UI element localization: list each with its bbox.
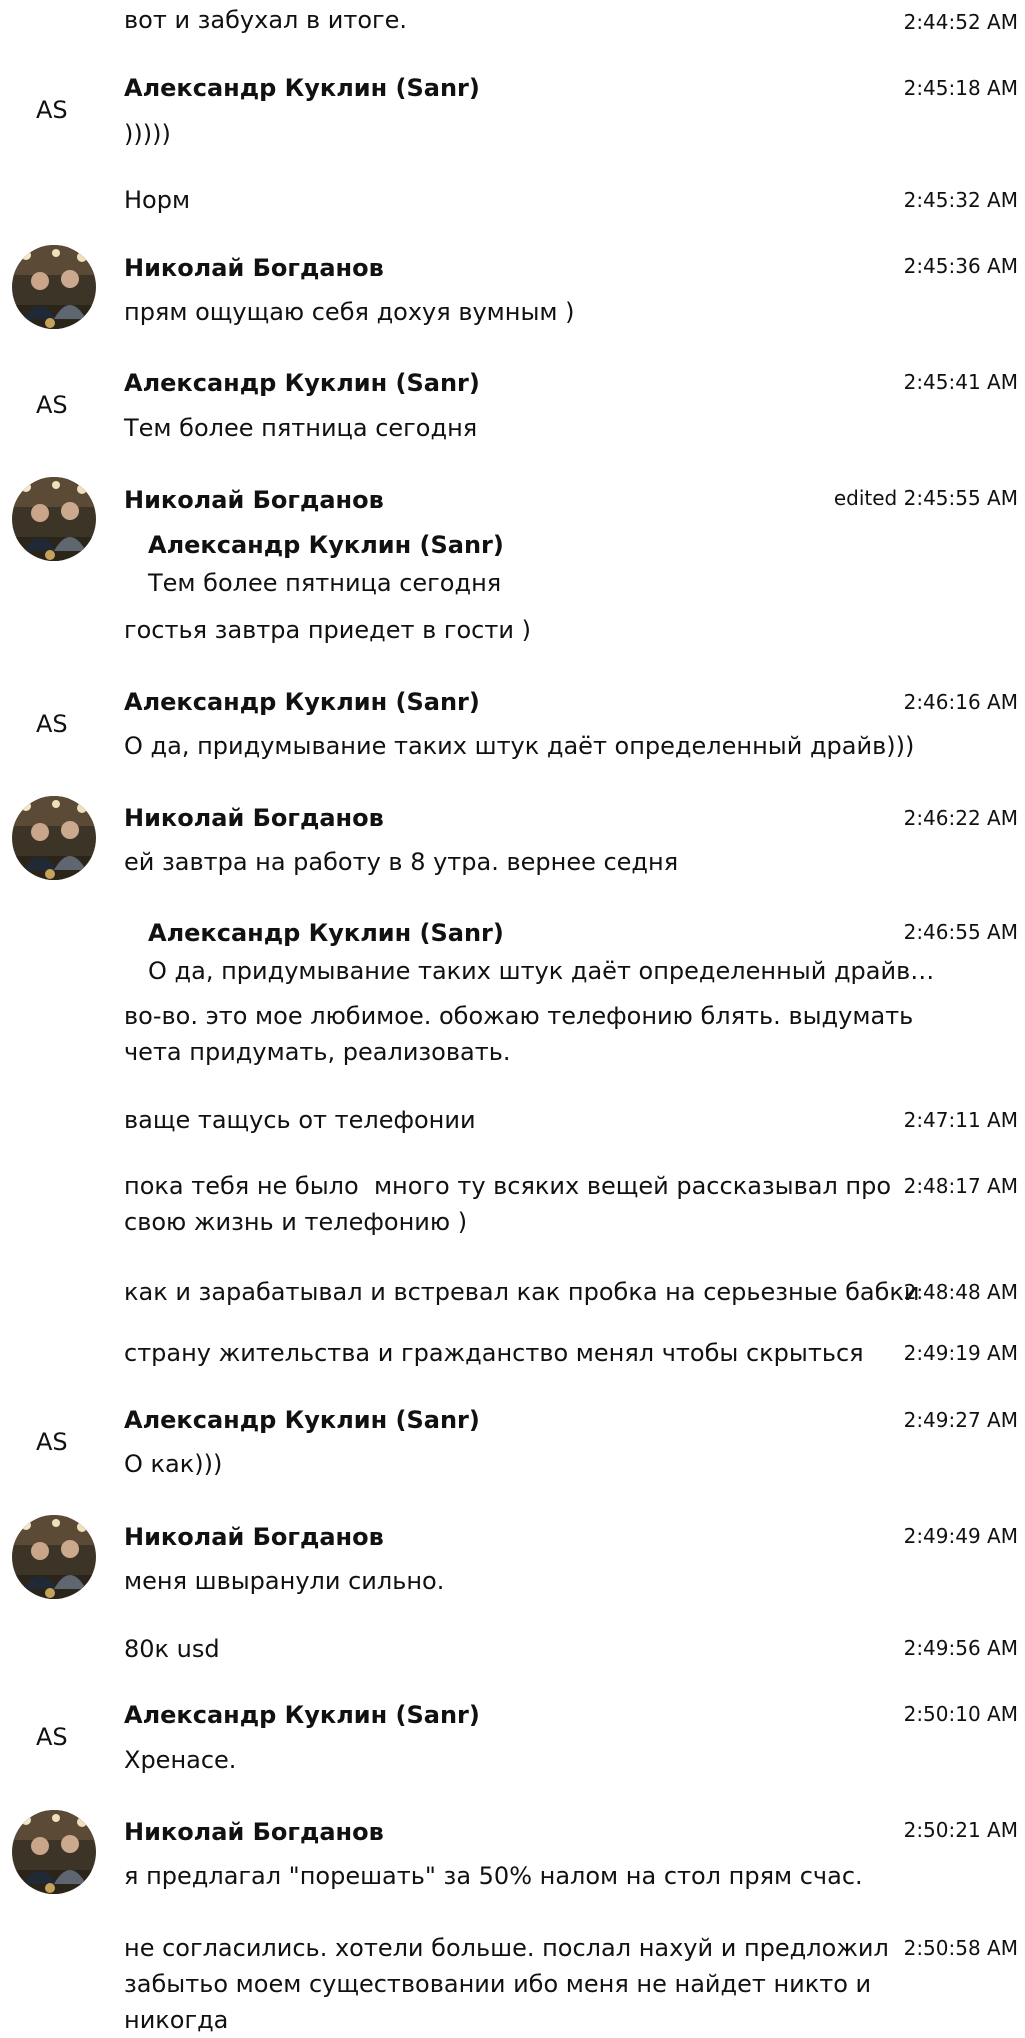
message-timestamp: 2:45:36 AM (903, 254, 1018, 278)
message-author[interactable]: Александр Куклин (Sanr) (124, 1404, 480, 1436)
message-text: как и зарабатывал и встревал как пробка … (124, 1278, 920, 1306)
message-timestamp: 2:49:27 AM (903, 1408, 1018, 1432)
message-timestamp: 2:50:58 AM (903, 1936, 1018, 1960)
message-text: О как))) (124, 1450, 223, 1478)
message-text: ваще тащусь от телефонии (124, 1106, 476, 1134)
message-timestamp: 2:49:49 AM (903, 1524, 1018, 1548)
quote-author: Александр Куклин (Sanr) (148, 531, 504, 559)
message-text: Тем более пятница сегодня (124, 414, 478, 442)
message-text: Норм (124, 186, 191, 214)
avatar-photo (12, 477, 96, 561)
message-timestamp: 2:45:41 AM (903, 370, 1018, 394)
message-author[interactable]: Николай Богданов (124, 252, 384, 284)
avatar-photo (12, 1810, 96, 1894)
message-text: вот и забухал в итоге. (124, 6, 408, 34)
message-text: прям ощущаю себя дохуя вумным ) (124, 298, 575, 326)
quote-text: О да, придумывание таких штук даёт опред… (148, 957, 935, 985)
message-text: во-во. это мое любимое. обожаю телефонию… (124, 1002, 914, 1066)
avatar-photo (12, 245, 96, 329)
message-text: гостья завтра приедет в гости ) (124, 616, 531, 644)
message-timestamp: 2:46:55 AM (903, 920, 1018, 944)
message-timestamp: 2:48:17 AM (903, 1174, 1018, 1198)
message-timestamp: 2:48:48 AM (903, 1280, 1018, 1304)
message-author[interactable]: Александр Куклин (Sanr) (124, 1699, 480, 1731)
message-text: страну жительства и гражданство менял чт… (124, 1339, 864, 1367)
quote-author: Александр Куклин (Sanr) (148, 919, 504, 947)
message-text: не согласились. хотели больше. послал на… (124, 1934, 889, 2034)
message-timestamp: 2:50:10 AM (903, 1702, 1018, 1726)
message-author[interactable]: Александр Куклин (Sanr) (124, 72, 480, 104)
message-author[interactable]: Николай Богданов (124, 802, 384, 834)
avatar-initials[interactable]: AS (36, 1721, 68, 1753)
message-timestamp: 2:45:32 AM (903, 188, 1018, 212)
message-author[interactable]: Николай Богданов (124, 1816, 384, 1848)
avatar-photo (12, 796, 96, 880)
message-text: пока тебя не было много ту всяких вещей … (124, 1172, 892, 1236)
avatar[interactable] (12, 796, 96, 880)
message-timestamp: 2:44:52 AM (903, 10, 1018, 34)
message-text: 80к usd (124, 1635, 220, 1663)
avatar[interactable] (12, 245, 96, 329)
avatar[interactable] (12, 1515, 96, 1599)
avatar-initials[interactable]: AS (36, 389, 68, 421)
message-timestamp: 2:45:18 AM (903, 76, 1018, 100)
message-author[interactable]: Николай Богданов (124, 484, 384, 516)
message-text: Хренасе. (124, 1746, 237, 1774)
avatar-initials[interactable]: AS (36, 94, 68, 126)
message-text: ей завтра на работу в 8 утра. вернее сед… (124, 848, 679, 876)
message-timestamp: edited 2:45:55 AM (833, 486, 1018, 510)
avatar-initials[interactable]: AS (36, 1426, 68, 1458)
message-text: меня швыранули сильно. (124, 1567, 445, 1595)
message-text: я предлагал "порешать" за 50% налом на с… (124, 1862, 863, 1890)
quote-text: Тем более пятница сегодня (148, 569, 502, 597)
avatar[interactable] (12, 1810, 96, 1894)
avatar-initials[interactable]: AS (36, 708, 68, 740)
avatar[interactable] (12, 477, 96, 561)
message-timestamp: 2:50:21 AM (903, 1818, 1018, 1842)
message-text: О да, придумывание таких штук даёт опред… (124, 732, 915, 760)
message-author[interactable]: Александр Куклин (Sanr) (124, 686, 480, 718)
message-timestamp: 2:46:16 AM (903, 690, 1018, 714)
message-timestamp: 2:46:22 AM (903, 806, 1018, 830)
message-author[interactable]: Александр Куклин (Sanr) (124, 367, 480, 399)
message-author[interactable]: Николай Богданов (124, 1521, 384, 1553)
message-timestamp: 2:49:19 AM (903, 1341, 1018, 1365)
avatar-photo (12, 1515, 96, 1599)
message-text: ))))) (124, 120, 171, 148)
message-timestamp: 2:47:11 AM (903, 1108, 1018, 1132)
message-timestamp: 2:49:56 AM (903, 1636, 1018, 1660)
